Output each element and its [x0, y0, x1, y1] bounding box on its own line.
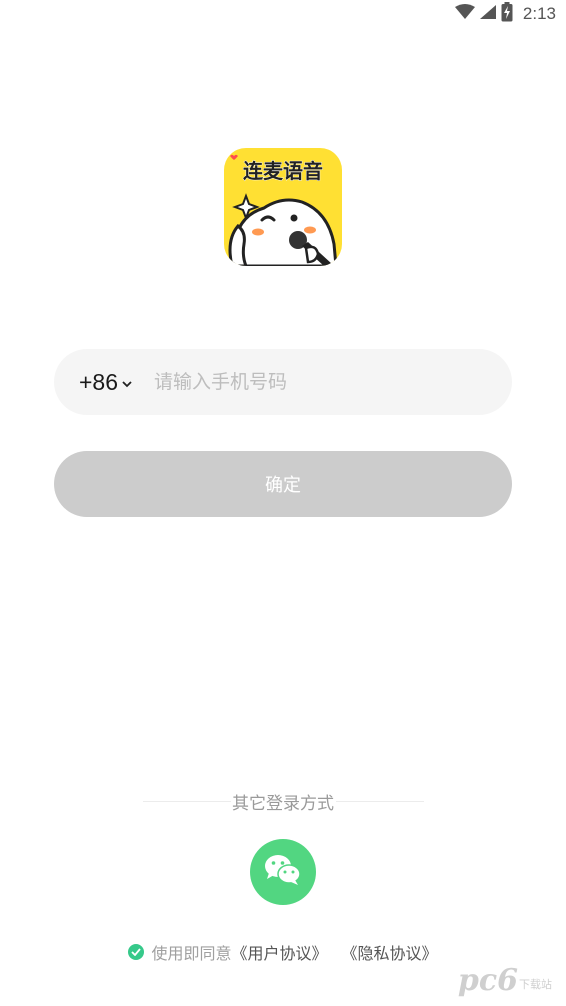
phone-number-input[interactable]: [154, 362, 435, 402]
user-agreement-link[interactable]: 《用户协议》: [231, 940, 327, 964]
watermark-logo: pc6 下载站: [458, 963, 552, 998]
status-bar: 2:13: [0, 0, 566, 28]
agreement-row: 使用即同意 《用户协议》 《隐私协议》: [0, 940, 566, 964]
country-code-label: +86: [79, 368, 119, 395]
country-code-selector[interactable]: +86: [79, 369, 132, 396]
watermark-subtext: 下载站: [519, 978, 552, 991]
wifi-icon: [454, 4, 475, 24]
status-time: 2:13: [522, 4, 556, 23]
logo-title: 连麦语音: [243, 159, 323, 183]
agree-checkbox[interactable]: [128, 944, 145, 960]
agreement-prefix: 使用即同意: [151, 944, 232, 963]
status-icons: 2:13: [454, 2, 556, 26]
app-logo: 连麦语音: [224, 148, 342, 266]
wechat-icon: [263, 853, 303, 891]
confirm-button[interactable]: 确定: [54, 451, 512, 517]
chevron-down-icon: [122, 373, 132, 392]
battery-charging-icon: [501, 2, 513, 26]
watermark-text: pc6: [457, 963, 518, 998]
cell-signal-icon: [479, 4, 497, 24]
phone-input-row: +86: [54, 349, 512, 415]
privacy-agreement-link[interactable]: 《隐私协议》: [342, 940, 438, 964]
wechat-login-button[interactable]: [250, 839, 316, 905]
divider-right: [336, 801, 424, 802]
